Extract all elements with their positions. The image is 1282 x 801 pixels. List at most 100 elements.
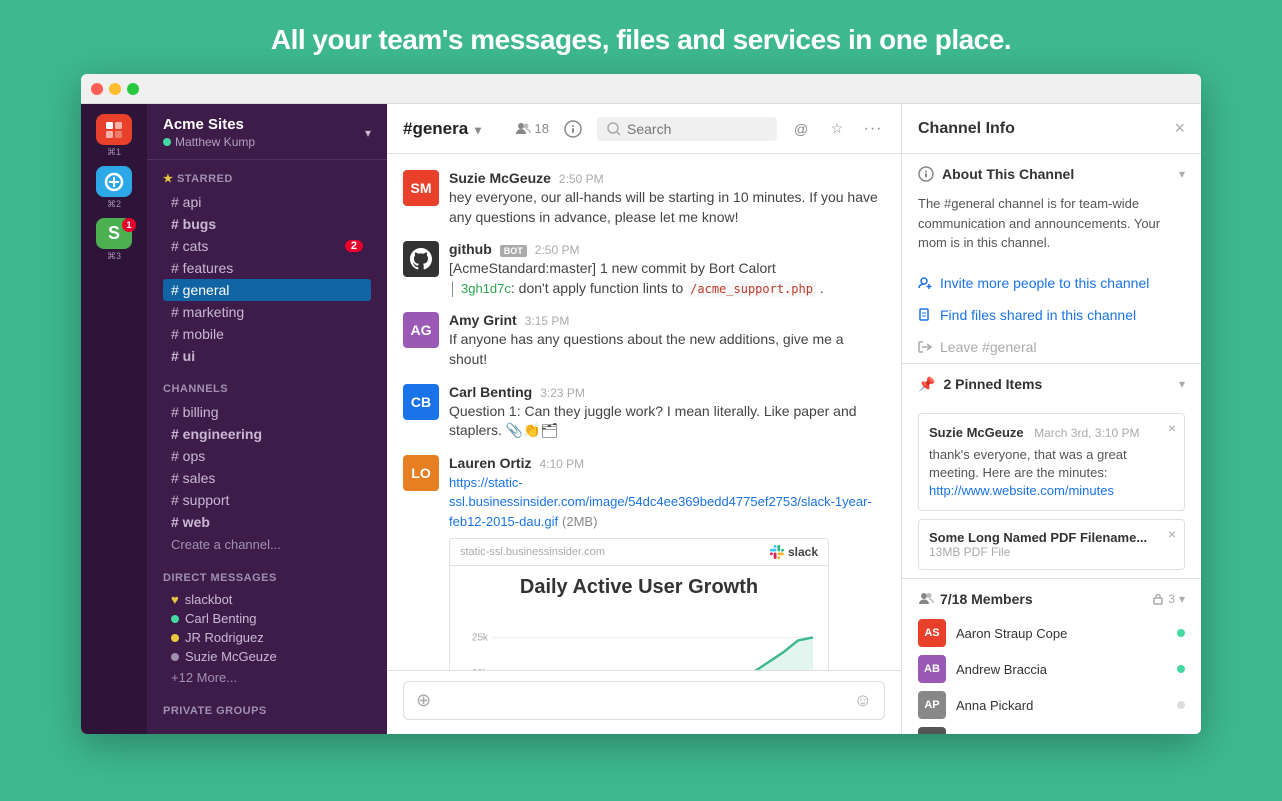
invite-label: Invite more people to this channel <box>940 275 1149 291</box>
panel-close-button[interactable]: × <box>1174 118 1185 139</box>
sidebar-item-bugs[interactable]: # bugs <box>163 213 371 235</box>
sidebar-item-cats-label: # cats <box>171 238 208 254</box>
leave-action[interactable]: Leave #general <box>902 331 1201 363</box>
msg-content-3: Amy Grint 3:15 PM If anyone has any ques… <box>449 312 885 369</box>
message-input[interactable] <box>439 693 846 709</box>
member-avatar-4: BS <box>918 727 946 734</box>
pinned-item-2-close[interactable]: × <box>1168 526 1176 542</box>
about-header[interactable]: About This Channel ▾ <box>902 154 1201 194</box>
create-channel-link[interactable]: Create a channel... <box>163 533 371 556</box>
search-bar[interactable] <box>597 117 777 141</box>
app-body: ⌘1 ⌘2 1 S ⌘3 Acme Sites Ma <box>81 104 1201 734</box>
dm-jr[interactable]: JR Rodriguez <box>163 628 371 647</box>
about-body: The #general channel is for team-wide co… <box>902 194 1201 267</box>
dm-carl-dot <box>171 615 179 623</box>
invite-action[interactable]: Invite more people to this channel <box>902 267 1201 299</box>
dm-suzie[interactable]: Suzie McGeuze <box>163 647 371 666</box>
info-icon[interactable] <box>561 117 585 141</box>
msg-content-1: Suzie McGeuze 2:50 PM hey everyone, our … <box>449 170 885 227</box>
app-icon-2[interactable]: ⌘2 <box>92 166 136 210</box>
pinned-item-1: × Suzie McGeuze March 3rd, 3:10 PM thank… <box>918 413 1185 512</box>
search-input[interactable] <box>627 121 757 137</box>
sidebar-item-marketing-label: # marketing <box>171 304 244 320</box>
app-icon-3[interactable]: 1 S ⌘3 <box>92 218 136 262</box>
bot-badge: BOT <box>500 245 527 257</box>
message-2: github BOT 2:50 PM [AcmeStandard:master]… <box>403 241 885 298</box>
starred-label: ★ STARRED <box>163 172 371 185</box>
message-5: LO Lauren Ortiz 4:10 PM https://static-s… <box>403 455 885 670</box>
sidebar-item-support[interactable]: # support <box>163 489 371 511</box>
pinned-text-1: thank's everyone, that was a great meeti… <box>929 446 1174 501</box>
member-dot-2 <box>1177 665 1185 673</box>
members-chevron: ▾ <box>1179 592 1185 606</box>
dm-jr-name: JR Rodriguez <box>185 630 264 645</box>
chart-area: Daily Active User Growth 25k 20k 15k 10k… <box>450 566 828 670</box>
msg-author-2: github <box>449 241 492 257</box>
pinned-link-1[interactable]: http://www.website.com/minutes <box>929 483 1114 498</box>
star-icon[interactable]: ☆ <box>825 117 849 141</box>
close-button[interactable] <box>91 83 103 95</box>
msg-author-5: Lauren Ortiz <box>449 455 531 471</box>
channels-section: CHANNELS # billing # engineering # ops #… <box>147 371 387 560</box>
titlebar <box>81 74 1201 104</box>
msg-time-3: 3:15 PM <box>525 314 570 328</box>
sidebar-item-billing[interactable]: # billing <box>163 401 371 423</box>
sidebar-item-mobile-label: # mobile <box>171 326 224 342</box>
pinned-date-1: March 3rd, 3:10 PM <box>1034 426 1139 440</box>
sidebar-item-engineering[interactable]: # engineering <box>163 423 371 445</box>
sidebar-item-api[interactable]: # api <box>163 191 371 213</box>
pinned-filename: Some Long Named PDF Filename... <box>929 530 1174 545</box>
msg-header-1: Suzie McGeuze 2:50 PM <box>449 170 885 186</box>
sidebar-item-mobile[interactable]: # mobile <box>163 323 371 345</box>
pinned-item-2: × Some Long Named PDF Filename... 13MB P… <box>918 519 1185 570</box>
sidebar: Acme Sites Matthew Kump ▾ ★ STARRED # ap… <box>147 104 387 734</box>
members-lock: 3 ▾ <box>1152 592 1185 606</box>
private-groups-label: PRIVATE GROUPS <box>163 705 371 717</box>
member-dot-3 <box>1177 701 1185 709</box>
msg-text-4: Question 1: Can they juggle work? I mean… <box>449 402 885 441</box>
sidebar-item-features-label: # features <box>171 260 233 276</box>
pinned-item-1-close[interactable]: × <box>1168 420 1176 436</box>
sidebar-item-api-label: # api <box>171 194 201 210</box>
gif-link[interactable]: https://static-ssl.businessinsider.com/i… <box>449 475 872 529</box>
files-action[interactable]: Find files shared in this channel <box>902 299 1201 331</box>
about-title: About This Channel <box>942 166 1074 182</box>
msg-author-3: Amy Grint <box>449 312 517 328</box>
sidebar-item-ui[interactable]: # ui <box>163 345 371 367</box>
chart-domain: static-ssl.businessinsider.com <box>460 546 605 558</box>
commit-link[interactable]: 3gh1d7c <box>461 281 511 296</box>
channel-caret[interactable]: ▾ <box>475 123 481 137</box>
more-dms-link[interactable]: +12 More... <box>163 666 371 689</box>
msg-author-4: Carl Benting <box>449 384 532 400</box>
emoji-icon[interactable]: ☺ <box>854 690 872 711</box>
sidebar-item-ui-label: # ui <box>171 348 195 364</box>
member-row-3[interactable]: AP Anna Pickard <box>918 687 1185 723</box>
sidebar-item-ops[interactable]: # ops <box>163 445 371 467</box>
sidebar-item-general[interactable]: # general <box>163 279 371 301</box>
msg-time-4: 3:23 PM <box>540 386 585 400</box>
slack-logo-icon <box>770 545 784 559</box>
more-icon[interactable]: ··· <box>861 117 885 141</box>
maximize-button[interactable] <box>127 83 139 95</box>
sidebar-item-cats[interactable]: # cats 2 <box>163 235 371 257</box>
at-icon[interactable]: @ <box>789 117 813 141</box>
workspace-header[interactable]: Acme Sites Matthew Kump ▾ <box>147 104 387 160</box>
message-input-box[interactable]: ⊕ ☺ <box>403 681 885 720</box>
panel-header: Channel Info × <box>902 104 1201 154</box>
dm-slackbot[interactable]: ♥ slackbot <box>163 590 371 609</box>
minimize-button[interactable] <box>109 83 121 95</box>
sidebar-item-sales[interactable]: # sales <box>163 467 371 489</box>
app-icon-3-badge: 1 <box>122 218 136 232</box>
app-icon-1[interactable]: ⌘1 <box>92 114 136 158</box>
attach-icon[interactable]: ⊕ <box>416 690 431 711</box>
lock-icon <box>1152 593 1164 605</box>
sidebar-item-features[interactable]: # features <box>163 257 371 279</box>
pinned-header[interactable]: 📌 2 Pinned Items ▾ <box>902 364 1201 405</box>
member-dot-1 <box>1177 629 1185 637</box>
dm-carl[interactable]: Carl Benting <box>163 609 371 628</box>
sidebar-item-marketing[interactable]: # marketing <box>163 301 371 323</box>
sidebar-item-web[interactable]: # web <box>163 511 371 533</box>
workspace-chevron[interactable]: ▾ <box>365 126 371 140</box>
msg-content-2: github BOT 2:50 PM [AcmeStandard:master]… <box>449 241 885 298</box>
msg-time-1: 2:50 PM <box>559 172 604 186</box>
